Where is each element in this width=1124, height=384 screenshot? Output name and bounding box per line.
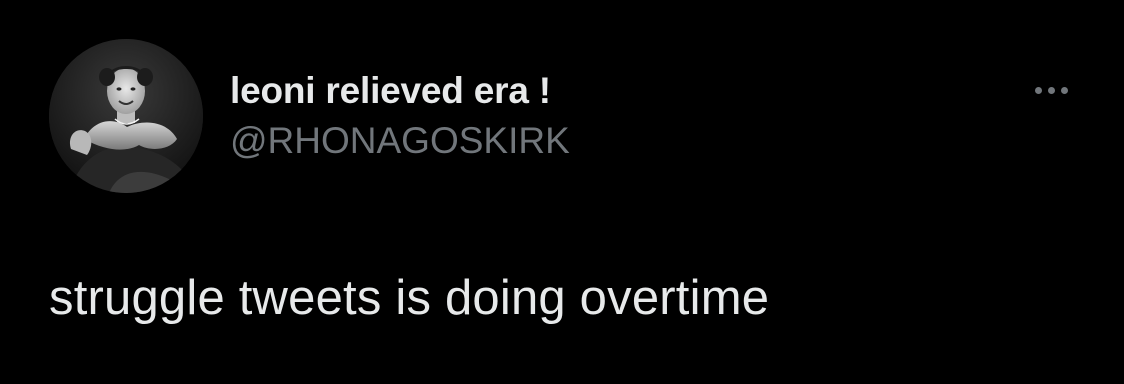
more-horizontal-icon-dot — [1060, 86, 1068, 94]
avatar[interactable] — [49, 39, 203, 193]
more-options-button[interactable] — [1024, 72, 1078, 108]
author-display-name[interactable]: leoni relieved era ! — [230, 70, 551, 112]
avatar-photo — [49, 39, 203, 193]
tweet-card: leoni relieved era ! @RHONAGOSKIRK strug… — [0, 0, 1124, 384]
more-horizontal-icon — [1034, 86, 1042, 94]
tweet-text: struggle tweets is doing overtime — [49, 271, 770, 325]
author-handle[interactable]: @RHONAGOSKIRK — [230, 120, 570, 162]
more-horizontal-icon-dot — [1047, 86, 1055, 94]
